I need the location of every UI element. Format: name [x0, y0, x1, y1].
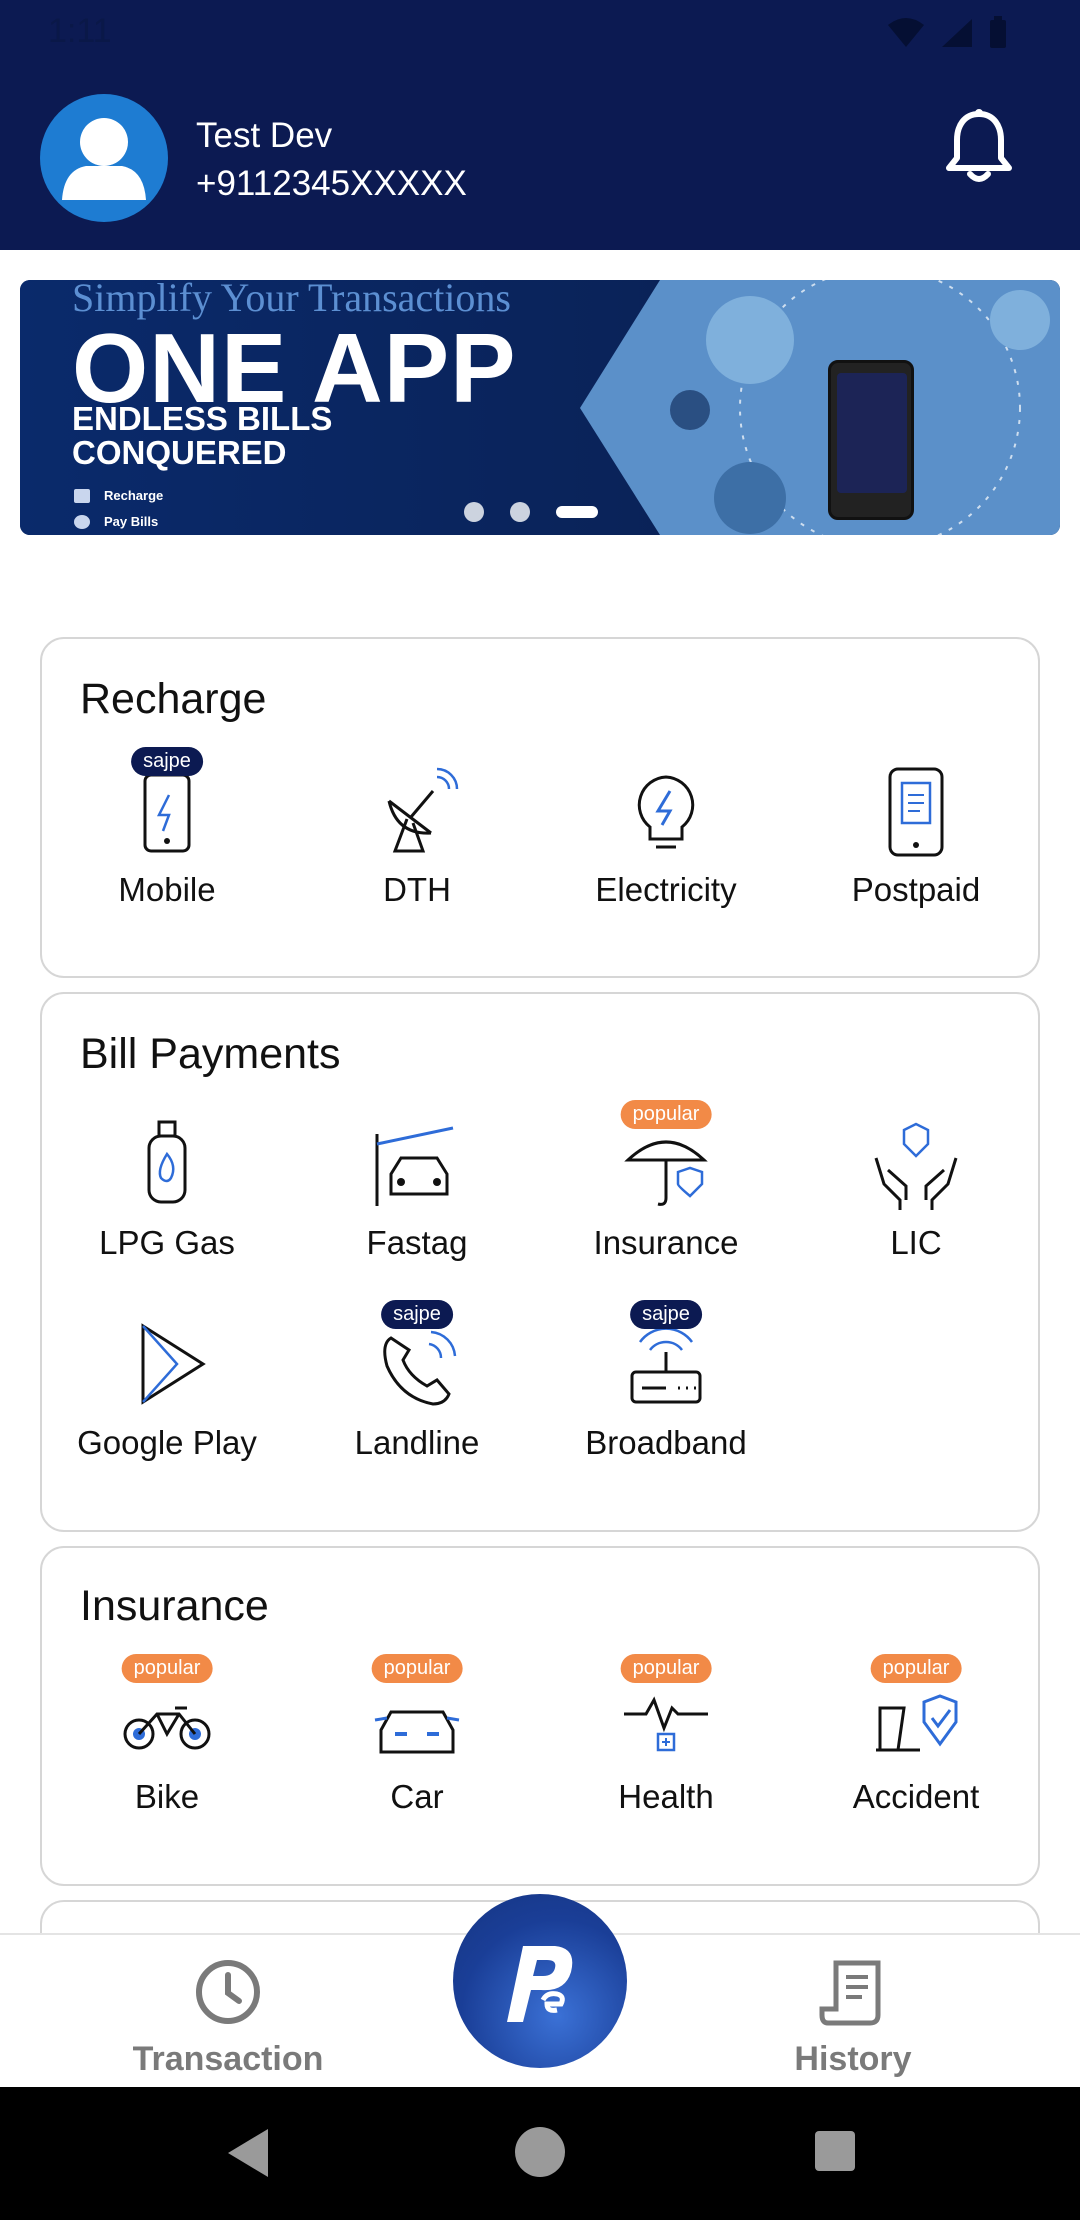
- popular-badge: popular: [870, 1654, 962, 1683]
- carousel-dot[interactable]: [464, 502, 484, 522]
- tile-broadband[interactable]: sajpe Broadband: [566, 1300, 766, 1462]
- status-bar: 1:11: [0, 0, 1080, 66]
- user-name: Test Dev: [196, 116, 333, 155]
- car-icon: [374, 1710, 460, 1754]
- status-time: 1:11: [48, 12, 112, 50]
- bell-icon: [946, 109, 1012, 182]
- sajpe-badge: sajpe: [381, 1300, 453, 1329]
- bike-icon: [123, 1706, 211, 1750]
- paybills-bullet-icon: [74, 514, 90, 529]
- phone-handset-icon: [383, 1330, 457, 1406]
- router-icon: [630, 1327, 702, 1404]
- tile-bike-insurance[interactable]: popular Bike: [67, 1654, 267, 1816]
- signal-icon: [942, 19, 972, 47]
- banner-bullet: Recharge: [74, 488, 163, 503]
- carousel-dots: [464, 502, 598, 522]
- mobile-icon: [143, 773, 191, 853]
- tile-insurance[interactable]: popular Insurance: [566, 1100, 766, 1262]
- popular-badge: popular: [121, 1654, 213, 1683]
- tile-google-play[interactable]: Google Play: [67, 1314, 267, 1462]
- tile-lic[interactable]: LIC: [816, 1114, 1016, 1262]
- battery-icon: [990, 16, 1006, 48]
- play-store-icon: [141, 1323, 206, 1405]
- home-icon[interactable]: [513, 2125, 567, 2179]
- health-heartbeat-icon: [624, 1696, 708, 1752]
- section-title: Recharge: [80, 675, 267, 723]
- banner-illustration: [580, 280, 1060, 535]
- recharge-bullet-icon: [74, 488, 90, 503]
- system-navigation-bar: [0, 2087, 1080, 2220]
- tile-fastag[interactable]: Fastag: [317, 1114, 517, 1262]
- sajpe-badge: sajpe: [131, 747, 203, 776]
- umbrella-icon: [624, 1140, 708, 1206]
- promo-banner[interactable]: Simplify Your Transactions ONE APP ENDLE…: [20, 280, 1060, 535]
- tile-postpaid[interactable]: Postpaid: [816, 761, 1016, 909]
- receipt-history-icon: [819, 1960, 881, 2026]
- banner-bullet: Pay Bills: [74, 514, 158, 529]
- tile-car-insurance[interactable]: popular Car: [317, 1654, 517, 1816]
- phone-mockup: [828, 360, 914, 520]
- back-icon[interactable]: [222, 2125, 272, 2181]
- bills-cycle-illustration: [670, 280, 1050, 535]
- nav-history[interactable]: History: [723, 1955, 983, 2079]
- clock-icon: [196, 1960, 260, 2024]
- satellite-dish-icon: [387, 767, 459, 853]
- recharge-section: Recharge sajpe Mobile DTH Electricity Po…: [40, 637, 1040, 978]
- user-phone: +9112345XXXXX: [196, 164, 467, 203]
- home-fab-button[interactable]: [453, 1894, 627, 2068]
- gas-cylinder-icon: [147, 1120, 187, 1204]
- tile-landline[interactable]: sajpe Landline: [317, 1300, 517, 1462]
- insurance-section: Insurance popular Bike popular Car popul…: [40, 1546, 1040, 1886]
- carousel-dot[interactable]: [510, 502, 530, 522]
- bill-payments-section: Bill Payments LPG Gas Fastag popular Ins…: [40, 992, 1040, 1532]
- tile-electricity[interactable]: Electricity: [566, 761, 766, 909]
- banner-subtitle: ENDLESS BILLS CONQUERED: [72, 400, 333, 471]
- hands-shield-icon: [874, 1122, 958, 1210]
- recents-icon[interactable]: [813, 2129, 857, 2173]
- tile-mobile[interactable]: sajpe Mobile: [67, 747, 267, 909]
- accident-shield-icon: [876, 1694, 958, 1752]
- profile-header: Test Dev +9112345XXXXX: [0, 66, 1080, 250]
- tile-accident-insurance[interactable]: popular Accident: [816, 1654, 1016, 1816]
- section-title: Insurance: [80, 1582, 269, 1630]
- bulb-icon: [637, 775, 695, 849]
- popular-badge: popular: [371, 1654, 463, 1683]
- sajpe-badge: sajpe: [630, 1300, 702, 1329]
- popular-badge: popular: [620, 1654, 712, 1683]
- fastag-car-icon: [375, 1126, 454, 1206]
- notifications-button[interactable]: [944, 108, 1014, 184]
- wifi-icon: [888, 18, 924, 47]
- user-icon: [62, 118, 146, 200]
- carousel-dot-active[interactable]: [556, 506, 598, 518]
- tile-dth[interactable]: DTH: [317, 761, 517, 909]
- section-title: Bill Payments: [80, 1030, 341, 1078]
- nav-transaction[interactable]: Transaction: [98, 1955, 358, 2079]
- tile-health-insurance[interactable]: popular Health: [566, 1654, 766, 1816]
- popular-badge: popular: [620, 1100, 712, 1129]
- postpaid-phone-icon: [888, 767, 944, 857]
- avatar[interactable]: [40, 94, 168, 222]
- tile-lpg-gas[interactable]: LPG Gas: [67, 1114, 267, 1262]
- pe-logo-icon: [507, 1946, 573, 2022]
